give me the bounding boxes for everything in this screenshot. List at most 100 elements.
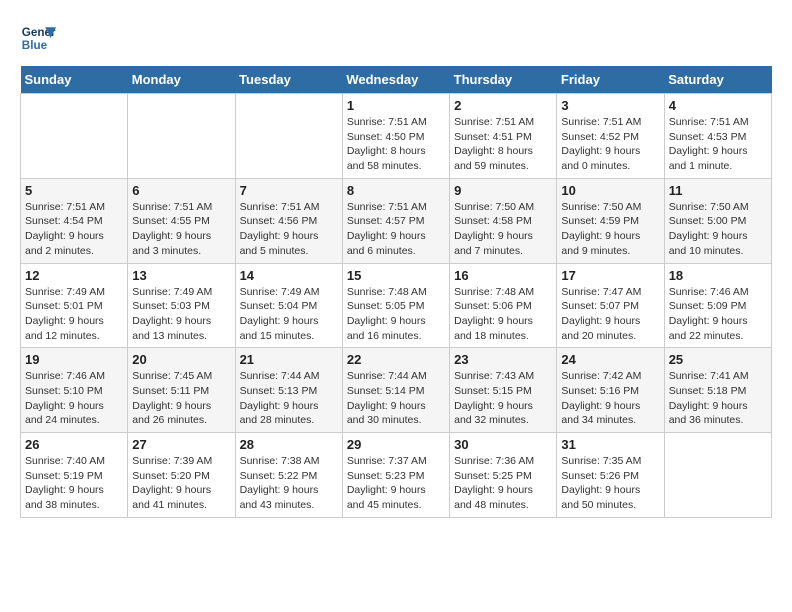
day-info: Sunrise: 7:44 AM Sunset: 5:13 PM Dayligh… <box>240 369 338 428</box>
day-number: 6 <box>132 183 230 198</box>
day-info: Sunrise: 7:50 AM Sunset: 5:00 PM Dayligh… <box>669 200 767 259</box>
day-number: 15 <box>347 268 445 283</box>
calendar-cell: 20 Sunrise: 7:45 AM Sunset: 5:11 PM Dayli… <box>128 348 235 433</box>
header-tuesday: Tuesday <box>235 66 342 94</box>
day-info: Sunrise: 7:39 AM Sunset: 5:20 PM Dayligh… <box>132 454 230 513</box>
calendar-cell: 1 Sunrise: 7:51 AM Sunset: 4:50 PM Daylig… <box>342 94 449 179</box>
day-info: Sunrise: 7:42 AM Sunset: 5:16 PM Dayligh… <box>561 369 659 428</box>
day-info: Sunrise: 7:35 AM Sunset: 5:26 PM Dayligh… <box>561 454 659 513</box>
calendar-cell: 11 Sunrise: 7:50 AM Sunset: 5:00 PM Dayli… <box>664 178 771 263</box>
day-info: Sunrise: 7:47 AM Sunset: 5:07 PM Dayligh… <box>561 285 659 344</box>
logo-icon: General Blue <box>20 20 56 56</box>
calendar-cell: 16 Sunrise: 7:48 AM Sunset: 5:06 PM Dayli… <box>450 263 557 348</box>
day-number: 12 <box>25 268 123 283</box>
day-number: 14 <box>240 268 338 283</box>
calendar-cell: 18 Sunrise: 7:46 AM Sunset: 5:09 PM Dayli… <box>664 263 771 348</box>
day-number: 11 <box>669 183 767 198</box>
calendar-cell: 23 Sunrise: 7:43 AM Sunset: 5:15 PM Dayli… <box>450 348 557 433</box>
calendar-cell: 10 Sunrise: 7:50 AM Sunset: 4:59 PM Dayli… <box>557 178 664 263</box>
day-info: Sunrise: 7:44 AM Sunset: 5:14 PM Dayligh… <box>347 369 445 428</box>
day-number: 31 <box>561 437 659 452</box>
day-info: Sunrise: 7:43 AM Sunset: 5:15 PM Dayligh… <box>454 369 552 428</box>
day-number: 27 <box>132 437 230 452</box>
day-info: Sunrise: 7:46 AM Sunset: 5:10 PM Dayligh… <box>25 369 123 428</box>
day-number: 10 <box>561 183 659 198</box>
day-info: Sunrise: 7:51 AM Sunset: 4:50 PM Dayligh… <box>347 115 445 174</box>
day-number: 19 <box>25 352 123 367</box>
calendar-week-2: 12Sunrise: 7:49 AM Sunset: 5:01 PM Dayli… <box>21 263 772 348</box>
day-number: 2 <box>454 98 552 113</box>
calendar-cell: 31 Sunrise: 7:35 AM Sunset: 5:26 PM Dayli… <box>557 433 664 518</box>
day-number: 22 <box>347 352 445 367</box>
day-number: 13 <box>132 268 230 283</box>
day-info: Sunrise: 7:45 AM Sunset: 5:11 PM Dayligh… <box>132 369 230 428</box>
calendar-cell: 28 Sunrise: 7:38 AM Sunset: 5:22 PM Dayli… <box>235 433 342 518</box>
day-number: 18 <box>669 268 767 283</box>
day-number: 28 <box>240 437 338 452</box>
calendar-cell: 21 Sunrise: 7:44 AM Sunset: 5:13 PM Dayli… <box>235 348 342 433</box>
calendar-cell: 14 Sunrise: 7:49 AM Sunset: 5:04 PM Dayli… <box>235 263 342 348</box>
day-info: Sunrise: 7:51 AM Sunset: 4:55 PM Dayligh… <box>132 200 230 259</box>
calendar-cell: 2 Sunrise: 7:51 AM Sunset: 4:51 PM Daylig… <box>450 94 557 179</box>
day-info: Sunrise: 7:51 AM Sunset: 4:51 PM Dayligh… <box>454 115 552 174</box>
header-saturday: Saturday <box>664 66 771 94</box>
calendar-week-3: 19 Sunrise: 7:46 AM Sunset: 5:10 PM Dayli… <box>21 348 772 433</box>
calendar-cell: 22 Sunrise: 7:44 AM Sunset: 5:14 PM Dayli… <box>342 348 449 433</box>
logo: General Blue <box>20 20 60 56</box>
page-header: General Blue <box>20 20 772 56</box>
day-info: Sunrise: 7:50 AM Sunset: 4:58 PM Dayligh… <box>454 200 552 259</box>
day-info: Sunrise: 7:38 AM Sunset: 5:22 PM Dayligh… <box>240 454 338 513</box>
day-info: Sunrise: 7:48 AM Sunset: 5:06 PM Dayligh… <box>454 285 552 344</box>
header-wednesday: Wednesday <box>342 66 449 94</box>
calendar-cell: 3 Sunrise: 7:51 AM Sunset: 4:52 PM Daylig… <box>557 94 664 179</box>
day-number: 8 <box>347 183 445 198</box>
calendar-cell: 15 Sunrise: 7:48 AM Sunset: 5:05 PM Dayli… <box>342 263 449 348</box>
day-info: Sunrise: 7:51 AM Sunset: 4:57 PM Dayligh… <box>347 200 445 259</box>
day-number: 3 <box>561 98 659 113</box>
calendar-cell: 4Sunrise: 7:51 AM Sunset: 4:53 PM Daylig… <box>664 94 771 179</box>
calendar-cell: 27 Sunrise: 7:39 AM Sunset: 5:20 PM Dayli… <box>128 433 235 518</box>
calendar-cell: 6 Sunrise: 7:51 AM Sunset: 4:55 PM Daylig… <box>128 178 235 263</box>
calendar-cell <box>664 433 771 518</box>
day-number: 9 <box>454 183 552 198</box>
calendar-cell: 12Sunrise: 7:49 AM Sunset: 5:01 PM Dayli… <box>21 263 128 348</box>
day-info: Sunrise: 7:46 AM Sunset: 5:09 PM Dayligh… <box>669 285 767 344</box>
day-number: 17 <box>561 268 659 283</box>
day-info: Sunrise: 7:36 AM Sunset: 5:25 PM Dayligh… <box>454 454 552 513</box>
header-friday: Friday <box>557 66 664 94</box>
calendar-week-0: 1 Sunrise: 7:51 AM Sunset: 4:50 PM Daylig… <box>21 94 772 179</box>
header-sunday: Sunday <box>21 66 128 94</box>
calendar-cell: 30Sunrise: 7:36 AM Sunset: 5:25 PM Dayli… <box>450 433 557 518</box>
day-info: Sunrise: 7:51 AM Sunset: 4:53 PM Dayligh… <box>669 115 767 174</box>
day-number: 21 <box>240 352 338 367</box>
day-number: 20 <box>132 352 230 367</box>
calendar-cell: 7Sunrise: 7:51 AM Sunset: 4:56 PM Daylig… <box>235 178 342 263</box>
day-info: Sunrise: 7:49 AM Sunset: 5:03 PM Dayligh… <box>132 285 230 344</box>
calendar-cell <box>21 94 128 179</box>
calendar-header-row: SundayMondayTuesdayWednesdayThursdayFrid… <box>21 66 772 94</box>
calendar-cell: 19 Sunrise: 7:46 AM Sunset: 5:10 PM Dayli… <box>21 348 128 433</box>
calendar-cell: 26Sunrise: 7:40 AM Sunset: 5:19 PM Dayli… <box>21 433 128 518</box>
day-number: 5 <box>25 183 123 198</box>
calendar-cell: 29 Sunrise: 7:37 AM Sunset: 5:23 PM Dayli… <box>342 433 449 518</box>
day-number: 23 <box>454 352 552 367</box>
day-number: 29 <box>347 437 445 452</box>
day-info: Sunrise: 7:51 AM Sunset: 4:56 PM Dayligh… <box>240 200 338 259</box>
svg-text:Blue: Blue <box>22 39 48 52</box>
calendar-week-1: 5Sunrise: 7:51 AM Sunset: 4:54 PM Daylig… <box>21 178 772 263</box>
day-number: 1 <box>347 98 445 113</box>
day-info: Sunrise: 7:41 AM Sunset: 5:18 PM Dayligh… <box>669 369 767 428</box>
day-info: Sunrise: 7:49 AM Sunset: 5:04 PM Dayligh… <box>240 285 338 344</box>
calendar-cell: 5Sunrise: 7:51 AM Sunset: 4:54 PM Daylig… <box>21 178 128 263</box>
calendar-cell: 9 Sunrise: 7:50 AM Sunset: 4:58 PM Daylig… <box>450 178 557 263</box>
calendar-cell: 25Sunrise: 7:41 AM Sunset: 5:18 PM Dayli… <box>664 348 771 433</box>
day-info: Sunrise: 7:37 AM Sunset: 5:23 PM Dayligh… <box>347 454 445 513</box>
calendar-cell: 24Sunrise: 7:42 AM Sunset: 5:16 PM Dayli… <box>557 348 664 433</box>
day-number: 16 <box>454 268 552 283</box>
day-info: Sunrise: 7:48 AM Sunset: 5:05 PM Dayligh… <box>347 285 445 344</box>
calendar-cell: 13 Sunrise: 7:49 AM Sunset: 5:03 PM Dayli… <box>128 263 235 348</box>
day-info: Sunrise: 7:40 AM Sunset: 5:19 PM Dayligh… <box>25 454 123 513</box>
day-info: Sunrise: 7:51 AM Sunset: 4:52 PM Dayligh… <box>561 115 659 174</box>
calendar-cell: 17 Sunrise: 7:47 AM Sunset: 5:07 PM Dayli… <box>557 263 664 348</box>
day-info: Sunrise: 7:50 AM Sunset: 4:59 PM Dayligh… <box>561 200 659 259</box>
